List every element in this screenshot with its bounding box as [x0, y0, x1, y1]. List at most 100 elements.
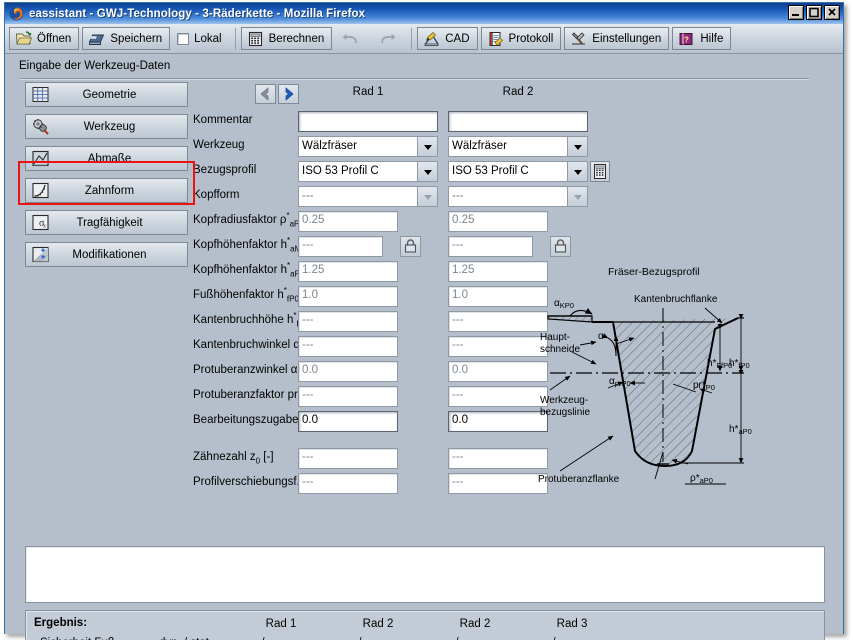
label-bezugslinie: bezugslinie — [540, 407, 590, 418]
window-controls — [788, 5, 840, 20]
result-panel: Ergebnis: Rad 1 Rad 2 Rad 2 Rad 3 Sicher… — [25, 610, 825, 640]
form-row-kopfradiusfaktor: Kopfradiusfaktor ρ*aP0 [-] 0.25 0.25 — [193, 210, 613, 235]
chevron-down-icon[interactable] — [417, 187, 437, 206]
svg-text:x: x — [43, 224, 46, 230]
select-werkzeug-rad1[interactable]: Wälzfräser — [298, 136, 438, 157]
label-haupt: Haupt- — [540, 332, 570, 343]
undo-button[interactable] — [335, 27, 369, 50]
gears-icon — [31, 117, 50, 136]
undo-arrow-icon — [341, 31, 358, 47]
message-panel[interactable] — [25, 546, 825, 603]
label-alpha: α — [598, 331, 604, 342]
padlock-icon-rad1[interactable] — [400, 236, 421, 257]
sidebar-item-geometrie[interactable]: Geometrie — [25, 82, 188, 107]
protocol-button[interactable]: Protokoll — [480, 27, 562, 50]
redo-arrow-icon — [378, 31, 396, 47]
select-kopfform-rad1-value: --- — [302, 190, 314, 202]
select-kopfform-rad1[interactable]: --- — [298, 186, 438, 207]
settings-button[interactable]: Einstellungen — [564, 27, 670, 50]
save-button[interactable]: Speichern — [82, 27, 171, 50]
sidebar-item-tragfaehigkeit-label: Tragfähigkeit — [76, 216, 143, 229]
select-bezugsprofil-rad1[interactable]: ISO 53 Profil C — [298, 161, 438, 182]
local-checkbox-group[interactable]: Lokal — [173, 32, 230, 45]
redo-button[interactable] — [372, 27, 406, 50]
label-werkzeug: Werkzeug — [193, 139, 245, 151]
calculate-button-label: Berechnen — [268, 32, 325, 45]
input-bearbeitungszugabe-rad1[interactable]: 0.0 — [298, 411, 398, 432]
calculate-button[interactable]: Berechnen — [240, 27, 333, 50]
select-kopfform-rad2[interactable]: --- — [448, 186, 588, 207]
screenshot-root: eassistant - GWJ-Technology - 3-Räderket… — [0, 0, 853, 640]
form-row-kopfform: Kopfform --- --- — [193, 185, 613, 210]
help-button[interactable]: ? Hilfe — [672, 27, 732, 50]
minimize-button[interactable] — [788, 5, 804, 20]
open-folder-icon — [15, 30, 33, 47]
select-kopfform-rad2-value: --- — [452, 190, 464, 202]
sidebar-item-modifikationen[interactable]: Modifikationen — [25, 242, 188, 267]
chevron-down-icon[interactable] — [567, 162, 587, 181]
padlock-icon-rad2[interactable] — [550, 236, 571, 257]
input-zaehnezahl-rad1[interactable]: --- — [298, 448, 398, 469]
chevron-down-icon[interactable] — [567, 137, 587, 156]
svg-text:?: ? — [684, 35, 689, 44]
input-kopfhoehenfaktor-ap0-rad1[interactable]: 1.25 — [298, 261, 398, 282]
local-checkbox[interactable] — [177, 32, 190, 45]
input-kommentar-rad1[interactable] — [298, 111, 438, 132]
label-werkzeug: Werkzeug- — [540, 395, 588, 406]
settings-button-label: Einstellungen — [592, 32, 662, 45]
select-bezugsprofil-rad2[interactable]: ISO 53 Profil C — [448, 161, 588, 182]
modification-icon — [31, 245, 50, 264]
calculator-icon — [247, 31, 264, 47]
toolbar-separator-2 — [411, 27, 413, 50]
open-button[interactable]: Öffnen — [9, 27, 80, 50]
label-zaehnezahl: Zähnezahl z0 [-] — [193, 451, 274, 466]
input-kopfradiusfaktor-rad1[interactable]: 0.25 — [298, 211, 398, 232]
input-kopfradiusfaktor-rad2[interactable]: 0.25 — [448, 211, 548, 232]
chevron-down-icon[interactable] — [567, 187, 587, 206]
nav-prev-button[interactable] — [255, 84, 276, 104]
floppy-disk-icon — [88, 31, 105, 47]
label-schneide: schneide — [540, 344, 580, 355]
firefox-icon — [9, 6, 24, 21]
cad-button[interactable]: CAD — [417, 27, 478, 50]
label-kantenbruchflanke: Kantenbruchflanke — [634, 294, 718, 305]
grid-table-icon — [31, 85, 50, 104]
label-alpha-kp0: αKP0 — [554, 298, 574, 310]
bezugsprofil-calculator-button[interactable] — [590, 161, 610, 182]
sigma-x-icon: σ x — [31, 213, 50, 232]
chevron-down-icon[interactable] — [417, 137, 437, 156]
close-button[interactable] — [824, 5, 840, 20]
label-pr-p0: pr*P0 — [693, 380, 715, 392]
toolbar-separator-1 — [234, 27, 236, 50]
sidebar-item-modifikationen-label: Modifikationen — [72, 248, 147, 261]
tools-icon — [570, 31, 587, 47]
label-fusshoehenfaktor: Fußhöhenfaktor h*fP0 [-] — [193, 286, 312, 304]
sidebar-item-tragfaehigkeit[interactable]: σ x Tragfähigkeit — [25, 210, 188, 235]
sidebar-item-zahnform[interactable]: Zahnform — [25, 178, 188, 203]
result-title: Ergebnis: — [34, 617, 88, 629]
input-kantenbruchhoehe-rad1[interactable]: --- — [298, 311, 398, 332]
select-werkzeug-rad2[interactable]: Wälzfräser — [448, 136, 588, 157]
open-button-label: Öffnen — [37, 32, 72, 45]
input-kopfhoehenfaktor-amp0-rad2[interactable]: --- — [448, 236, 533, 257]
cad-button-label: CAD — [445, 32, 470, 45]
maximize-button[interactable] — [806, 5, 822, 20]
input-protuberanzfaktor-rad1[interactable]: --- — [298, 386, 398, 407]
application-window: eassistant - GWJ-Technology - 3-Räderket… — [4, 2, 844, 640]
select-bezugsprofil-rad2-value: ISO 53 Profil C — [452, 165, 529, 177]
input-kommentar-rad2[interactable] — [448, 111, 588, 132]
chevron-down-icon[interactable] — [417, 162, 437, 181]
sidebar-item-abmasse[interactable]: Abmaße — [25, 146, 188, 171]
sidebar-item-abmasse-label: Abmaße — [87, 152, 132, 165]
input-kopfhoehenfaktor-amp0-rad1[interactable]: --- — [298, 236, 383, 257]
input-protuberanzwinkel-rad1[interactable]: 0.0 — [298, 361, 398, 382]
input-profilverschiebungsfaktor-rad1[interactable]: --- — [298, 473, 398, 494]
title-bar: eassistant - GWJ-Technology - 3-Räderket… — [5, 3, 843, 24]
sidebar-item-werkzeug[interactable]: Werkzeug — [25, 114, 188, 139]
nav-next-button[interactable] — [278, 84, 299, 104]
input-kantenbruchwinkel-rad1[interactable]: --- — [298, 336, 398, 357]
input-fusshoehenfaktor-rad1[interactable]: 1.0 — [298, 286, 398, 307]
select-werkzeug-rad2-value: Wälzfräser — [452, 140, 507, 152]
result-header-1: Rad 2 — [362, 618, 394, 630]
label-h-fp0: h*fP0 — [729, 358, 750, 370]
